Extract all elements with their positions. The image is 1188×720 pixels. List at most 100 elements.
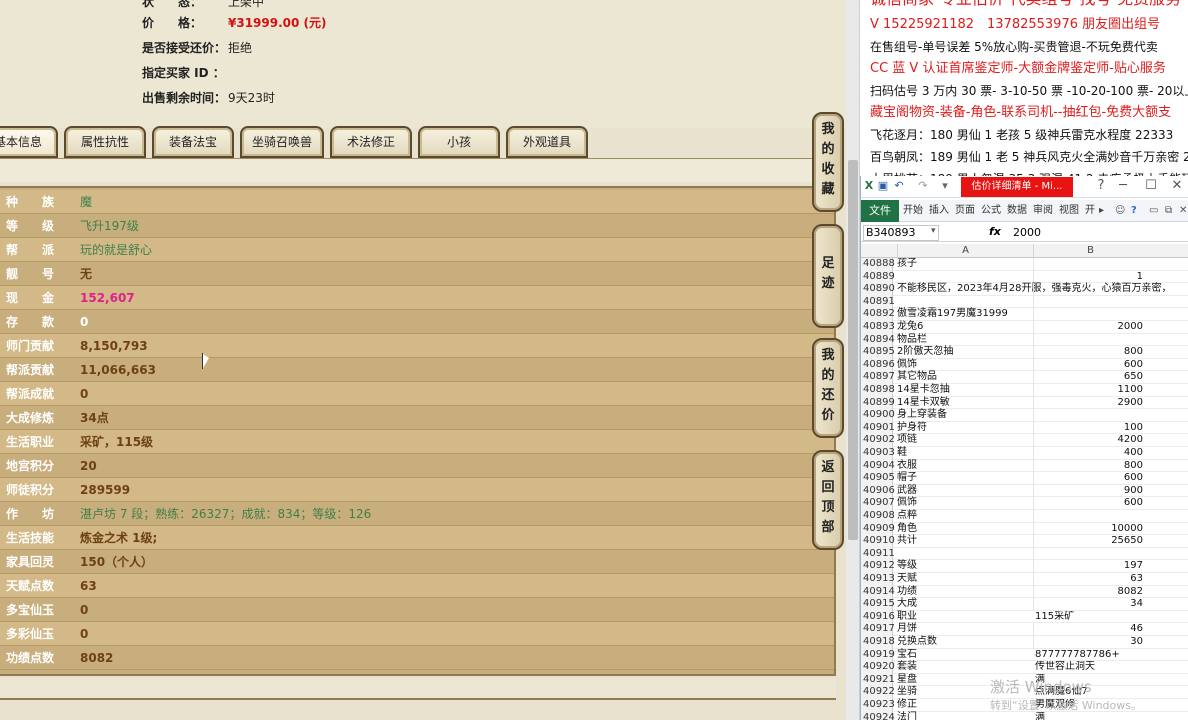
cell-a[interactable]: 月饼 — [897, 623, 1033, 636]
cell-a[interactable]: 帽子 — [897, 472, 1033, 485]
row-number[interactable]: 40910 — [861, 535, 895, 548]
my-offers-button[interactable]: 我 的 还 价 — [812, 338, 844, 438]
row-number[interactable]: 40912 — [861, 560, 895, 573]
name-box[interactable]: B340893 — [863, 225, 939, 241]
cell-a[interactable]: 武器 — [897, 485, 1033, 498]
row-number[interactable]: 40919 — [861, 648, 895, 662]
cell-b[interactable]: 传世容止洞天 — [1035, 661, 1185, 674]
column-header-b[interactable]: B — [1033, 244, 1147, 258]
cell-b[interactable]: 2000 — [1033, 321, 1147, 334]
column-header-a[interactable]: A — [897, 244, 1033, 258]
cell-b[interactable]: 4200 — [1033, 434, 1147, 447]
row-number[interactable]: 40922 — [861, 686, 895, 699]
row-number[interactable]: 40891 — [861, 295, 895, 309]
cell-b[interactable]: 650 — [1033, 371, 1147, 384]
save-icon[interactable]: ▣ — [877, 180, 889, 192]
ribbon-scroll-icon[interactable]: ▸ — [1099, 200, 1104, 222]
row-number[interactable]: 40906 — [861, 484, 895, 498]
quick-access-dropdown-icon[interactable]: ▾ — [939, 180, 951, 192]
cell-a[interactable]: 14星卡忽抽 — [897, 384, 1033, 397]
cell-a[interactable]: 大成 — [897, 598, 1033, 611]
row-number[interactable]: 40908 — [861, 510, 895, 523]
cell-b[interactable] — [1033, 283, 1147, 296]
cell-a[interactable]: 宝石 — [897, 649, 1033, 662]
row-number[interactable]: 40905 — [861, 472, 895, 485]
favorites-button[interactable]: 我 的 收 藏 — [812, 112, 844, 212]
cell-a[interactable]: 项链 — [897, 434, 1033, 447]
row-number[interactable]: 40897 — [861, 371, 895, 384]
row-number[interactable]: 40909 — [861, 522, 895, 536]
cell-b[interactable]: 600 — [1033, 472, 1147, 485]
redo-icon[interactable]: ↷ — [917, 180, 929, 192]
cell-b[interactable] — [1033, 547, 1147, 561]
row-number[interactable]: 40898 — [861, 384, 895, 397]
cell-b[interactable]: 877777787786+ — [1035, 649, 1185, 662]
ribbon-minimize-icon[interactable]: ▭ — [1149, 200, 1158, 222]
cell-b[interactable] — [1033, 510, 1147, 523]
cell-b[interactable]: 10000 — [1033, 522, 1147, 536]
cell-a[interactable]: 龙兔6 — [897, 321, 1033, 334]
tab-appearance[interactable]: 外观道具 — [506, 126, 588, 158]
row-number[interactable]: 40893 — [861, 321, 895, 334]
cell-b[interactable]: 46 — [1033, 623, 1147, 636]
cell-a[interactable]: 孩子 — [897, 258, 1033, 271]
row-number[interactable]: 40915 — [861, 598, 895, 611]
cell-a[interactable]: 14星卡双敏 — [897, 397, 1033, 410]
ribbon-tab-data[interactable]: 数据 — [1007, 200, 1027, 222]
ribbon-tab-layout[interactable]: 页面 — [955, 200, 975, 222]
row-number[interactable]: 40916 — [861, 610, 895, 624]
cell-b[interactable]: 8082 — [1033, 585, 1147, 599]
row-number[interactable]: 40921 — [861, 673, 895, 687]
cell-b[interactable]: 600 — [1033, 497, 1147, 510]
ribbon-tab-insert[interactable]: 插入 — [929, 200, 949, 222]
cell-a[interactable]: 兑换点数 — [897, 636, 1033, 649]
cell-b[interactable]: 197 — [1033, 560, 1147, 573]
cell-a[interactable]: 衣服 — [897, 460, 1033, 473]
row-number[interactable]: 40892 — [861, 308, 895, 321]
cell-b[interactable]: 34 — [1033, 598, 1147, 611]
browser-scrollbar[interactable] — [846, 0, 860, 720]
back-to-top-button[interactable]: 返 回 顶 部 — [812, 450, 844, 550]
cell-b[interactable]: 1 — [1033, 270, 1147, 284]
cell-b[interactable]: 800 — [1033, 346, 1147, 359]
maximize-icon[interactable]: ☐ — [1143, 178, 1159, 194]
cell-b[interactable]: 1100 — [1033, 384, 1147, 397]
row-number[interactable]: 40896 — [861, 358, 895, 372]
cell-a[interactable]: 佩饰 — [897, 497, 1033, 510]
tab-basic-info[interactable]: 基本信息 — [0, 126, 58, 158]
help-icon[interactable]: ? — [1093, 178, 1109, 194]
ribbon-tab-review[interactable]: 审阅 — [1033, 200, 1053, 222]
row-number[interactable]: 40913 — [861, 573, 895, 586]
row-number[interactable]: 40904 — [861, 459, 895, 473]
row-number[interactable]: 40903 — [861, 447, 895, 460]
cell-b[interactable]: 400 — [1033, 447, 1147, 460]
row-number[interactable]: 40889 — [861, 270, 895, 284]
row-number[interactable]: 40924 — [861, 711, 895, 720]
cell-a[interactable]: 身上穿装备 — [897, 409, 1033, 422]
cell-a[interactable]: 佩饰 — [897, 359, 1033, 372]
cell-a[interactable]: 不能移民区，2023年4月28开服，强毒克火，心猿百万亲密， — [897, 283, 1172, 296]
row-number[interactable]: 40901 — [861, 421, 895, 435]
row-number[interactable]: 40890 — [861, 283, 895, 296]
formula-input[interactable]: 2000 — [1013, 225, 1041, 241]
cell-a[interactable]: 职业 — [897, 611, 1033, 624]
tab-attributes[interactable]: 属性抗性 — [64, 126, 146, 158]
cell-b[interactable] — [1033, 409, 1147, 422]
row-number[interactable]: 40917 — [861, 623, 895, 636]
row-number[interactable]: 40907 — [861, 497, 895, 510]
history-button[interactable]: 足 迹 — [812, 224, 844, 328]
cell-a[interactable]: 其它物品 — [897, 371, 1033, 384]
cell-b[interactable] — [1033, 258, 1147, 271]
row-number[interactable]: 40895 — [861, 346, 895, 359]
cell-b[interactable]: 800 — [1033, 459, 1147, 473]
undo-icon[interactable]: ↶ — [893, 180, 905, 192]
cell-b[interactable]: 25650 — [1033, 535, 1147, 548]
cell-b[interactable]: 2900 — [1033, 396, 1147, 410]
row-number[interactable]: 40900 — [861, 409, 895, 422]
cell-a[interactable]: 天赋 — [897, 573, 1033, 586]
row-number[interactable]: 40911 — [861, 547, 895, 561]
cell-a[interactable]: 护身符 — [897, 422, 1033, 435]
cell-a[interactable]: 2阶傲天忽抽 — [897, 346, 1033, 359]
cell-b[interactable]: 30 — [1033, 636, 1147, 649]
close-icon[interactable]: ✕ — [1169, 178, 1185, 194]
